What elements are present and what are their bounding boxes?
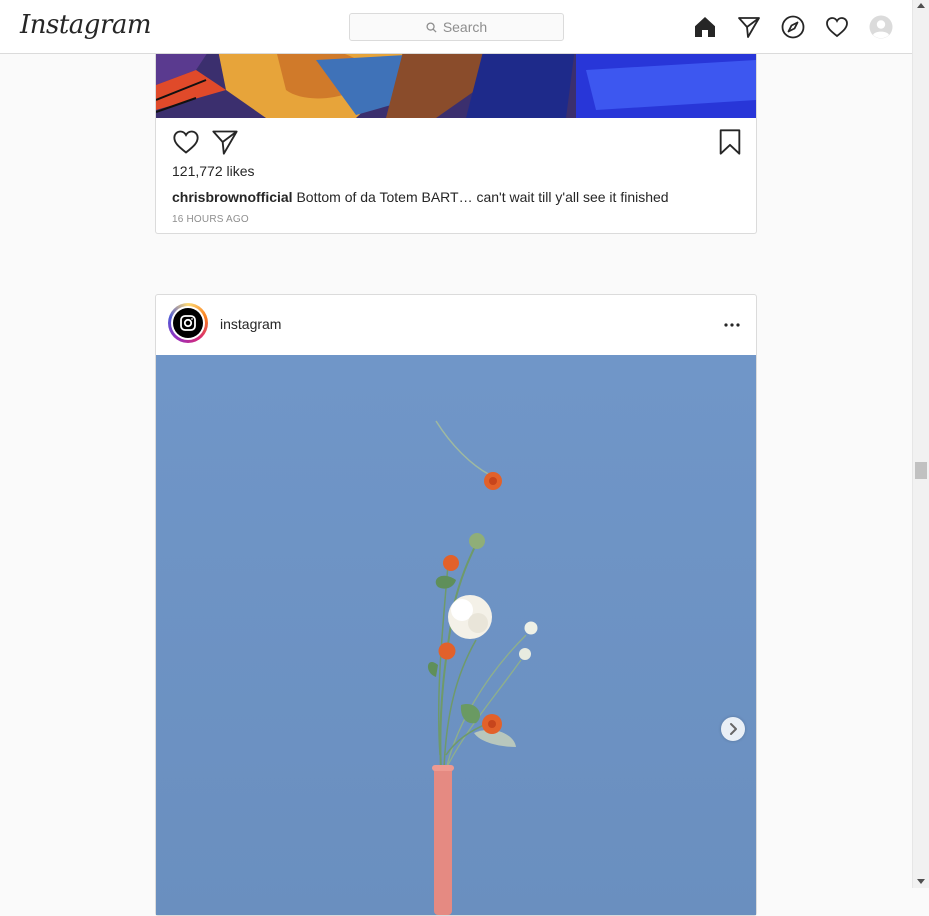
search-icon — [426, 21, 437, 33]
scroll-down-arrow-icon[interactable] — [917, 879, 925, 884]
post-header: instagram — [156, 295, 756, 355]
page-scrollbar[interactable] — [912, 0, 929, 888]
likes-count[interactable]: 121,772 likes — [172, 163, 255, 179]
like-heart-icon[interactable] — [172, 128, 200, 156]
post-timestamp[interactable]: 16 HOURS AGO — [172, 214, 249, 225]
profile-avatar-icon[interactable] — [869, 15, 893, 39]
direct-icon[interactable] — [737, 15, 761, 39]
search-input[interactable]: Search — [349, 13, 564, 41]
save-bookmark-icon[interactable] — [716, 128, 744, 156]
explore-icon[interactable] — [781, 15, 805, 39]
instagram-logo[interactable]: Instagram — [20, 10, 152, 40]
top-nav: Instagram Search — [0, 0, 912, 54]
feed-post-chrisbrownofficial: 121,772 likes chrisbrownofficial Bottom … — [155, 40, 757, 234]
instagram-glyph-icon — [180, 315, 196, 331]
scroll-thumb[interactable] — [915, 462, 927, 479]
caption-username[interactable]: chrisbrownofficial — [172, 189, 293, 205]
post-image[interactable] — [156, 355, 756, 915]
post-caption: chrisbrownofficial Bottom of da Totem BA… — [172, 189, 669, 205]
flower-vase-image — [156, 355, 756, 915]
post-actions — [172, 128, 741, 158]
feed-post-instagram: instagram — [155, 294, 757, 916]
search-placeholder: Search — [442, 19, 488, 35]
share-direct-icon[interactable] — [211, 128, 239, 156]
caption-text: Bottom of da Totem BART… can't wait till… — [296, 189, 669, 205]
story-ring[interactable] — [168, 303, 208, 343]
carousel-next-button[interactable] — [721, 717, 745, 741]
instagram-avatar — [173, 308, 203, 338]
post-username[interactable]: instagram — [220, 316, 281, 332]
more-options-icon[interactable] — [722, 315, 742, 335]
activity-heart-icon[interactable] — [825, 15, 849, 39]
chevron-right-icon — [730, 723, 737, 735]
scroll-up-arrow-icon[interactable] — [917, 3, 925, 8]
home-icon[interactable] — [693, 15, 717, 39]
